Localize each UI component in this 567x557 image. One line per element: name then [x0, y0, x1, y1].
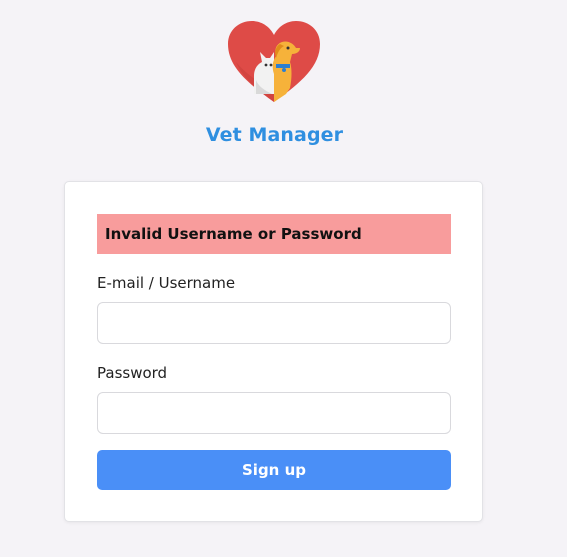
- password-label: Password: [97, 364, 168, 382]
- heart-pets-logo-icon: [226, 18, 322, 106]
- login-card: Invalid Username or Password E-mail / Us…: [64, 181, 483, 522]
- password-input[interactable]: [97, 392, 451, 434]
- username-input[interactable]: [97, 302, 451, 344]
- sign-up-button[interactable]: Sign up: [97, 450, 451, 490]
- app-title: Vet Manager: [205, 124, 344, 146]
- error-alert: Invalid Username or Password: [97, 214, 451, 254]
- username-label: E-mail / Username: [97, 274, 236, 292]
